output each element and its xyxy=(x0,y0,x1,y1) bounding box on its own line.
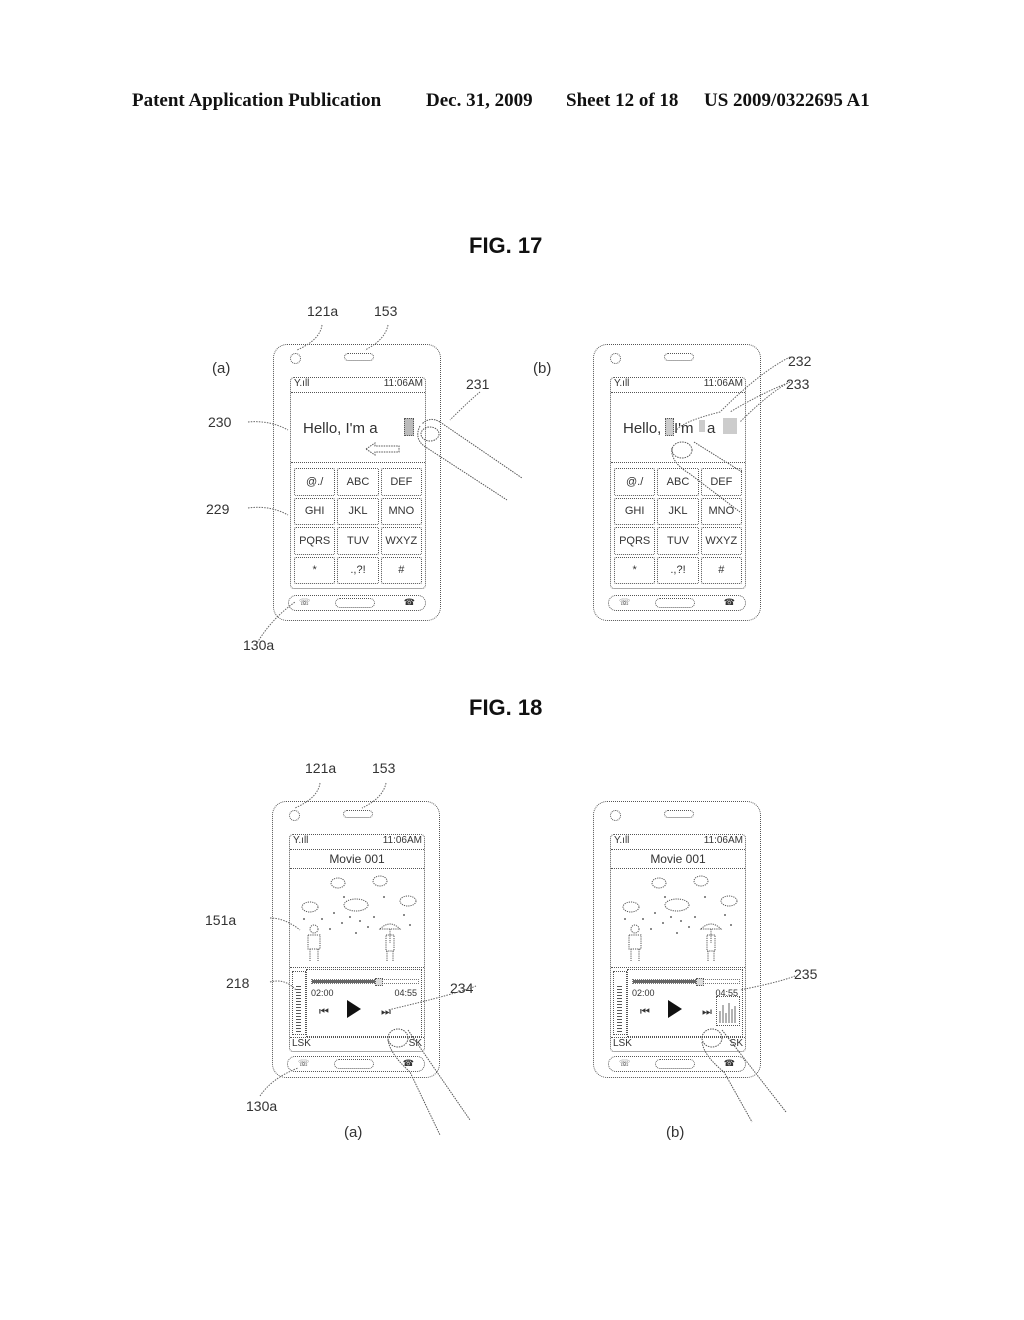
menu-key[interactable] xyxy=(655,1059,695,1069)
keypad-key[interactable]: TUV xyxy=(657,527,699,555)
signal-icon: Y.ıll xyxy=(614,835,630,846)
keypad-key[interactable]: PQRS xyxy=(614,527,656,555)
figure-18-title: FIG. 18 xyxy=(469,695,543,720)
ref-151a: 151a xyxy=(205,912,237,928)
sheet-number: Sheet 12 of 18 xyxy=(566,90,679,111)
video-frame xyxy=(622,875,738,961)
panel-a-caption: (a) xyxy=(344,1124,363,1141)
ref-229: 229 xyxy=(206,501,230,517)
call-key[interactable]: ☏ xyxy=(619,597,630,608)
play-icon[interactable] xyxy=(668,1000,682,1018)
keypad-key[interactable]: # xyxy=(700,556,742,584)
figure-17-title: FIG. 17 xyxy=(469,233,543,258)
nav-key-bar: ☏ ☎ xyxy=(608,595,746,611)
elapsed-time: 02:00 xyxy=(632,988,655,998)
keypad-key[interactable]: WXYZ xyxy=(700,527,742,555)
publication-type: Patent Application Publication xyxy=(132,90,382,111)
left-softkey[interactable]: LSK xyxy=(613,1038,632,1049)
finger-icon xyxy=(387,1028,471,1136)
patent-number: US 2009/0322695 A1 xyxy=(704,90,870,111)
menu-key[interactable] xyxy=(655,598,695,608)
movie-title: Movie 001 xyxy=(650,852,706,866)
text-word-1[interactable]: Hello, xyxy=(623,420,661,437)
ref-153: 153 xyxy=(374,303,398,319)
volume-slider[interactable] xyxy=(613,971,627,1035)
finger-icon xyxy=(701,975,796,1123)
end-key[interactable]: ☎ xyxy=(724,597,735,608)
ref-153: 153 xyxy=(372,760,396,776)
panel-b-caption: (b) xyxy=(666,1124,685,1141)
finger-icon xyxy=(671,356,791,513)
publication-date: Dec. 31, 2009 xyxy=(426,90,533,111)
ref-121a: 121a xyxy=(305,760,337,776)
call-key[interactable]: ☏ xyxy=(619,1058,630,1069)
panel-b-label: (b) xyxy=(533,360,552,377)
keypad-key[interactable]: @./ xyxy=(614,468,656,496)
rewind-icon[interactable]: ⏮ xyxy=(640,1006,650,1019)
leader-lines-17a xyxy=(247,324,481,646)
panel-a-label: (a) xyxy=(212,360,231,377)
ref-230: 230 xyxy=(208,414,232,430)
camera-icon xyxy=(610,810,621,821)
keypad-key[interactable]: GHI xyxy=(614,497,656,525)
status-time: 11:06AM xyxy=(703,835,743,846)
keypad-key[interactable]: * xyxy=(614,556,656,584)
ref-121a: 121a xyxy=(307,303,339,319)
speaker-icon xyxy=(664,810,694,818)
camera-icon xyxy=(610,353,621,364)
signal-icon: Y.ıll xyxy=(614,378,630,389)
keypad-key[interactable]: .,?! xyxy=(657,556,699,584)
